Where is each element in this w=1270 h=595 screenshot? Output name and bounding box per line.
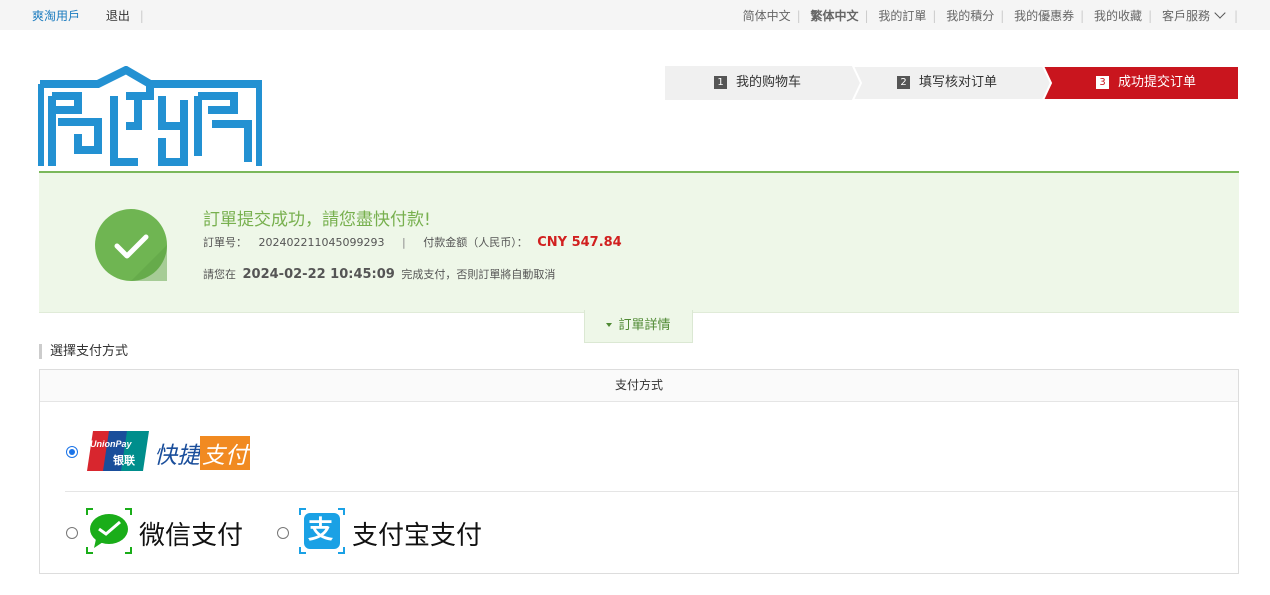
chevron-down-icon[interactable] xyxy=(1214,7,1226,19)
step-cart: 1 我的购物车 xyxy=(714,66,801,100)
alipay-icon[interactable]: 支 xyxy=(299,508,345,554)
step-label: 我的购物车 xyxy=(736,75,802,90)
payment-deadline: 請您在 2024-02-22 10:45:09 完成支付，否則訂單將自動取消 xyxy=(203,266,555,282)
payment-divider xyxy=(65,491,1238,492)
unionpay-label-orange: 支付 xyxy=(200,436,250,470)
unionpay-logo-text: UnionPay xyxy=(90,439,132,449)
caret-down-icon xyxy=(606,323,613,327)
top-bar: 爽淘用戶 退出 | 简体中文 | 繁体中文 | 我的訂單 | 我的積分 | 我的優惠券 |… xyxy=(0,0,1270,30)
order-number-label: 訂單号： xyxy=(203,236,247,249)
check-circle-icon xyxy=(95,209,167,281)
my-coupons-link[interactable]: 我的優惠券 xyxy=(1014,9,1074,23)
order-info: 訂單号： 202402211045099293 | 付款金额（人民币）： CNY… xyxy=(203,235,622,250)
unionpay-radio[interactable] xyxy=(66,446,78,458)
amount-label: 付款金额（人民币）： xyxy=(423,236,528,249)
logout-link[interactable]: 退出 xyxy=(106,9,130,23)
my-orders-link[interactable]: 我的訂單 xyxy=(878,9,926,23)
payment-section-title: 選擇支付方式 xyxy=(39,344,128,359)
payment-methods-header: 支付方式 xyxy=(40,370,1238,402)
step-number: 1 xyxy=(714,76,727,89)
lang-traditional-link[interactable]: 繁体中文 xyxy=(810,9,858,23)
order-amount: CNY 547.84 xyxy=(537,235,622,250)
step-number: 3 xyxy=(1096,76,1109,89)
unionpay-option-label[interactable]: 快捷支付 xyxy=(154,436,250,470)
step-label: 填写核对订单 xyxy=(919,75,998,90)
order-details-toggle[interactable]: 訂單詳情 xyxy=(584,310,693,343)
unionpay-label-blue: 快捷 xyxy=(154,443,200,469)
order-success-panel: 訂單提交成功，請您盡快付款! 訂單号： 202402211045099293 |… xyxy=(39,171,1239,313)
separator: | xyxy=(139,9,144,23)
step-submitted: 3 成功提交订单 xyxy=(1096,66,1196,100)
alipay-glyph: 支 xyxy=(308,515,334,544)
logo-icon xyxy=(36,65,264,166)
order-details-label: 訂單詳情 xyxy=(618,318,671,333)
order-number: 202402211045099293 xyxy=(258,236,385,249)
payment-methods-box: 支付方式 UnionPay 银联 快捷支付 微信支付 支 支付宝支付 xyxy=(39,369,1239,574)
step-number: 2 xyxy=(897,76,910,89)
deadline-suffix: 完成支付，否則訂單將自動取消 xyxy=(401,268,556,281)
checkout-steps: 1 我的购物车 2 填写核对订单 3 成功提交订单 xyxy=(665,66,1239,100)
deadline-datetime: 2024-02-22 10:45:09 xyxy=(242,267,395,282)
site-logo[interactable] xyxy=(36,65,264,166)
customer-service-menu[interactable]: 客戶服務 xyxy=(1162,9,1210,23)
unionpay-logo-cn: 银联 xyxy=(113,454,135,467)
wechat-radio[interactable] xyxy=(66,527,78,539)
username-link[interactable]: 爽淘用戶 xyxy=(32,9,80,23)
my-favorites-link[interactable]: 我的收藏 xyxy=(1094,9,1142,23)
success-title: 訂單提交成功，請您盡快付款! xyxy=(203,210,431,230)
wechat-pay-label[interactable]: 微信支付 xyxy=(139,515,243,552)
step-confirm-order: 2 填写核对订单 xyxy=(897,66,997,100)
deadline-prefix: 請您在 xyxy=(203,268,236,281)
wechat-pay-icon[interactable] xyxy=(86,508,132,554)
alipay-label[interactable]: 支付宝支付 xyxy=(352,515,482,552)
lang-simplified-link[interactable]: 简体中文 xyxy=(743,9,791,23)
my-points-link[interactable]: 我的積分 xyxy=(946,9,994,23)
alipay-radio[interactable] xyxy=(277,527,289,539)
unionpay-logo-icon[interactable]: UnionPay 银联 xyxy=(87,431,149,471)
step-label: 成功提交订单 xyxy=(1118,75,1197,90)
